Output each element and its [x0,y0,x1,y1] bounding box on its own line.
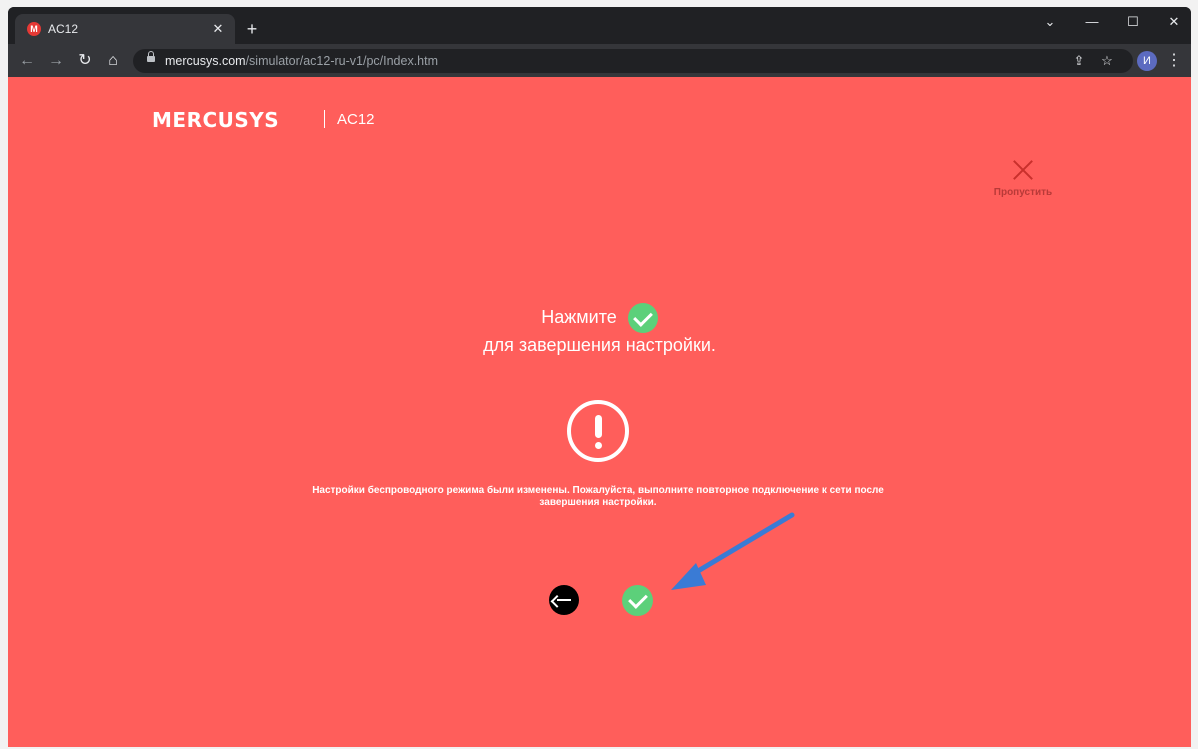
lock-icon [147,51,155,62]
home-icon[interactable]: ⌂ [102,50,124,72]
reload-icon[interactable]: ↻ [74,50,96,72]
tab-close-icon[interactable]: ✕ [209,20,227,38]
menu-kebab-icon[interactable]: ⋮ [1166,50,1182,72]
new-tab-plus-icon[interactable]: + [242,19,262,39]
back-nav-icon[interactable]: ← [16,50,38,72]
tab-search-chevron-icon[interactable]: ⌄ [1036,11,1064,33]
forward-nav-icon[interactable]: → [45,50,67,72]
profile-avatar[interactable]: И [1137,51,1157,71]
mercusys-favicon-icon: M [27,22,41,36]
annotation-arrow [671,512,795,590]
url-text[interactable]: mercusys.com/simulator/ac12-ru-v1/pc/Ind… [165,54,438,68]
maximize-icon[interactable]: ☐ [1119,11,1147,33]
browser-toolbar: ← → ↻ ⌂ mercusys.com/simulator/ac12-ru-v… [8,44,1191,77]
share-icon[interactable]: ⇪ [1069,51,1089,71]
browser-tab[interactable]: M AC12 ✕ [15,14,235,44]
browser-window: M AC12 ✕ + ⌄ — ☐ ✕ ← → ↻ ⌂ mercusys.com/… [8,7,1191,747]
bookmark-star-icon[interactable]: ☆ [1097,51,1117,71]
tab-title: AC12 [48,22,79,36]
router-setup-page: MERCUSYS AC12 Пропустить Нажмите для зав… [8,77,1191,747]
window-close-icon[interactable]: ✕ [1160,11,1188,33]
tab-bar: M AC12 ✕ + ⌄ — ☐ ✕ [8,7,1191,44]
address-bar[interactable]: mercusys.com/simulator/ac12-ru-v1/pc/Ind… [133,49,1133,73]
minimize-icon[interactable]: — [1078,11,1106,33]
